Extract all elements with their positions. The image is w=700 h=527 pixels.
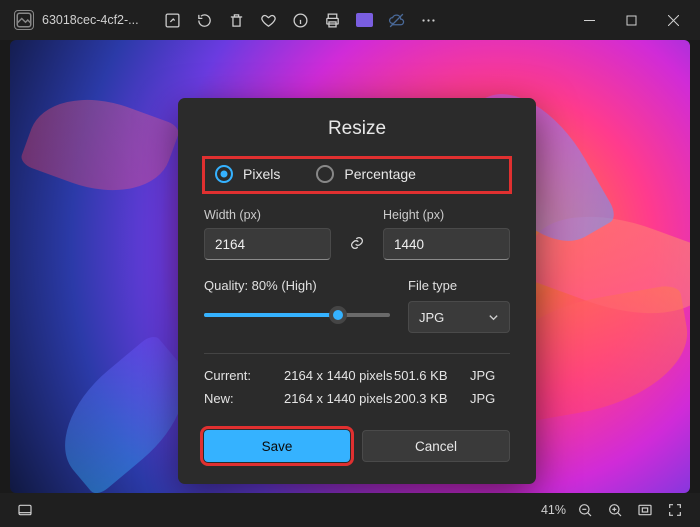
width-label: Width (px) [204,208,331,222]
clipchamp-icon[interactable] [349,4,381,36]
slider-fill [204,313,338,317]
favorite-icon[interactable] [253,4,285,36]
more-icon[interactable] [413,4,445,36]
image-canvas[interactable]: Resize Pixels Percentage Width (px) [10,40,690,493]
radio-percentage[interactable]: Percentage [316,165,416,183]
current-dims: 2164 x 1440 pixels [284,368,394,383]
status-bar: 41% [0,493,700,527]
filetype-label: File type [408,278,510,293]
quality-label: Quality: 80% (High) [204,278,390,293]
quality-slider[interactable] [204,307,390,323]
save-button[interactable]: Save [204,430,350,462]
divider [204,353,510,354]
size-info-grid: Current: 2164 x 1440 pixels 501.6 KB JPG… [204,368,510,406]
filetype-value: JPG [419,310,444,325]
fullscreen-icon[interactable] [660,495,690,525]
close-button[interactable] [652,4,694,36]
toolbar [157,4,445,36]
resize-dialog: Resize Pixels Percentage Width (px) [178,98,536,484]
radio-pixels-label: Pixels [243,166,280,182]
cloud-sync-off-icon[interactable] [381,4,413,36]
new-dims: 2164 x 1440 pixels [284,391,394,406]
file-name: 63018cec-4cf2-... [42,13,139,27]
dimensions-row: Width (px) Height (px) [204,208,510,260]
slider-thumb[interactable] [329,306,347,324]
radio-dot-icon [316,165,334,183]
new-label: New: [204,391,284,406]
delete-icon[interactable] [221,4,253,36]
zoom-in-icon[interactable] [600,495,630,525]
filmstrip-toggle-icon[interactable] [10,495,40,525]
edit-icon[interactable] [157,4,189,36]
current-format: JPG [470,368,510,383]
dialog-title: Resize [204,118,510,140]
maximize-button[interactable] [610,4,652,36]
zoom-level: 41% [541,503,566,517]
zoom-out-icon[interactable] [570,495,600,525]
new-format: JPG [470,391,510,406]
window-controls [568,4,694,36]
rotate-icon[interactable] [189,4,221,36]
print-icon[interactable] [317,4,349,36]
app-icon [14,10,34,30]
unit-radio-group: Pixels Percentage [202,156,512,194]
current-label: Current: [204,368,284,383]
width-input[interactable] [204,228,331,260]
radio-pixels[interactable]: Pixels [215,165,280,183]
height-label: Height (px) [383,208,510,222]
chevron-down-icon [488,312,499,323]
current-size: 501.6 KB [394,368,470,383]
cancel-button[interactable]: Cancel [362,430,510,462]
height-input[interactable] [383,228,510,260]
minimize-button[interactable] [568,4,610,36]
dialog-buttons: Save Cancel [204,430,510,462]
filetype-select[interactable]: JPG [408,301,510,333]
new-size: 200.3 KB [394,391,470,406]
radio-dot-icon [215,165,233,183]
link-dimensions-button[interactable] [341,227,373,259]
quality-filetype-row: Quality: 80% (High) File type JPG [204,278,510,333]
title-bar: 63018cec-4cf2-... [0,0,700,40]
fit-to-window-icon[interactable] [630,495,660,525]
photos-app-window: 63018cec-4cf2-... [0,0,700,527]
radio-percentage-label: Percentage [344,166,416,182]
info-icon[interactable] [285,4,317,36]
